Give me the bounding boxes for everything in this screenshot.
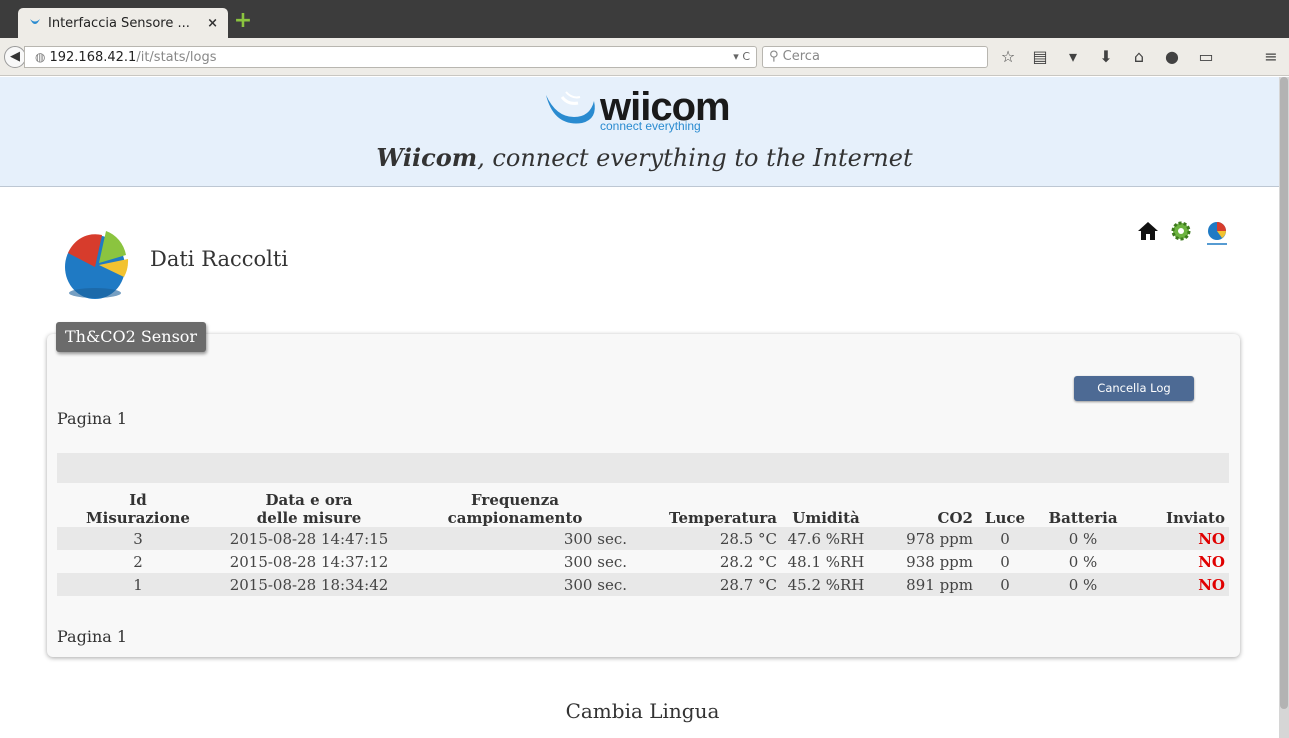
cell-humidity: 45.2 %RH — [787, 575, 865, 594]
pagination-top[interactable]: Pagina 1 — [57, 409, 127, 428]
home-toolbar-icon[interactable]: ⌂ — [1129, 47, 1149, 67]
language-flags — [614, 731, 674, 738]
cell-sent: NO — [1198, 575, 1225, 594]
wiicom-logo[interactable]: wiicom connect everything — [542, 85, 752, 135]
cell-id: 2 — [133, 552, 143, 571]
header-date-line2: delle misure — [256, 509, 362, 527]
header-temperature: Temperatura — [669, 509, 777, 527]
flag-uk-icon[interactable] — [640, 731, 662, 737]
flag-italy-icon[interactable] — [614, 731, 636, 737]
header-battery: Batteria — [1048, 509, 1118, 527]
cell-battery: 0 % — [1068, 552, 1098, 571]
globe-icon: ◍ — [35, 50, 46, 64]
bookmarks-list-icon[interactable]: ▤ — [1030, 47, 1050, 67]
logo-tagline: connect everything — [600, 119, 701, 133]
cell-light: 0 — [1000, 575, 1010, 594]
cell-frequency: 300 sec. — [563, 529, 627, 548]
cell-humidity: 48.1 %RH — [787, 552, 865, 571]
header-freq-line1: Frequenza — [471, 491, 559, 509]
clear-log-button[interactable]: Cancella Log — [1074, 376, 1194, 401]
back-icon[interactable]: ◀ — [4, 46, 26, 68]
cell-datetime: 2015-08-28 18:34:42 — [229, 575, 389, 594]
wiicom-swoosh-icon — [546, 91, 595, 124]
cell-co2: 938 ppm — [906, 552, 973, 571]
header-light: Luce — [984, 509, 1026, 527]
wiicom-favicon-icon — [28, 16, 42, 30]
tagline-text: , connect everything to the Internet — [477, 144, 913, 172]
cell-id: 3 — [133, 529, 143, 548]
tab-close-icon[interactable]: × — [207, 16, 218, 31]
reload-icon[interactable]: ▾ C — [733, 47, 750, 67]
header-id: Id Misurazione — [57, 481, 219, 527]
header-co2: CO2 — [937, 509, 973, 527]
cell-datetime: 2015-08-28 14:47:15 — [229, 529, 389, 548]
header-id-line1: Id — [129, 491, 147, 509]
cell-sent: NO — [1198, 529, 1225, 548]
settings-gear-icon[interactable] — [1169, 219, 1193, 243]
pagination-bottom[interactable]: Pagina 1 — [57, 627, 127, 646]
cell-co2: 891 ppm — [906, 575, 973, 594]
page-nav-icons — [1136, 219, 1236, 245]
browser-tab-bar: Interfaccia Sensore ... × + — [0, 0, 1289, 38]
url-path: /it/stats/logs — [136, 50, 217, 65]
cell-light: 0 — [1000, 529, 1010, 548]
cell-id: 1 — [133, 575, 143, 594]
cell-datetime: 2015-08-28 14:37:12 — [229, 552, 389, 571]
cell-co2: 978 ppm — [906, 529, 973, 548]
tab-title: Interfaccia Sensore ... — [48, 15, 190, 31]
addon-icon[interactable]: ▭ — [1196, 47, 1216, 67]
download-icon[interactable]: ⬇ — [1096, 47, 1116, 67]
new-tab-icon[interactable]: + — [233, 10, 253, 32]
table-header-band — [57, 453, 1229, 483]
cell-battery: 0 % — [1068, 575, 1098, 594]
stats-pie-large-icon — [62, 223, 132, 301]
cell-frequency: 300 sec. — [563, 552, 627, 571]
header-sent: Inviato — [1166, 509, 1225, 527]
cell-light: 0 — [1000, 552, 1010, 571]
table-header-row: Id Misurazione Data e ora delle misure Fre… — [57, 481, 1229, 527]
browser-nav-bar: ◀ ◍ 192.168.42.1/it/stats/logs ▾ C ⚲ Cerc… — [0, 38, 1289, 76]
cell-temperature: 28.5 °C — [719, 529, 777, 548]
change-language-label: Cambia Lingua — [565, 699, 720, 723]
measurements-table: Id Misurazione Data e ora delle misure Fre… — [57, 481, 1229, 596]
page-viewport: wiicom connect everything Wiicom, connec… — [0, 77, 1279, 738]
stats-pie-icon[interactable] — [1205, 219, 1229, 245]
cell-battery: 0 % — [1068, 529, 1098, 548]
search-placeholder: Cerca — [782, 49, 820, 64]
menu-icon[interactable]: ≡ — [1261, 47, 1281, 67]
table-row: 1 2015-08-28 18:34:42 300 sec. 28.7 °C 4… — [57, 573, 1229, 596]
home-icon[interactable] — [1136, 219, 1160, 243]
page-title: Dati Raccolti — [150, 247, 289, 271]
search-icon: ⚲ — [769, 49, 783, 64]
header-frequency: Frequenza campionamento — [399, 481, 631, 527]
site-tagline: Wiicom, connect everything to the Intern… — [0, 143, 1279, 172]
cell-temperature: 28.2 °C — [719, 552, 777, 571]
url-host: 192.168.42.1 — [49, 50, 137, 65]
bookmark-star-icon[interactable]: ☆ — [998, 47, 1018, 67]
cell-humidity: 47.6 %RH — [787, 529, 865, 548]
sensor-tab[interactable]: Th&CO2 Sensor — [56, 322, 207, 352]
cell-temperature: 28.7 °C — [719, 575, 777, 594]
scrollbar-thumb[interactable] — [1280, 77, 1288, 709]
table-row: 2 2015-08-28 14:37:12 300 sec. 28.2 °C 4… — [57, 550, 1229, 573]
cell-frequency: 300 sec. — [563, 575, 627, 594]
header-id-line2: Misurazione — [86, 509, 190, 527]
header-date-line1: Data e ora — [265, 491, 353, 509]
pocket-icon[interactable]: ▾ — [1063, 47, 1083, 67]
chat-icon[interactable]: ● — [1162, 47, 1182, 67]
cell-sent: NO — [1198, 552, 1225, 571]
table-row: 3 2015-08-28 14:47:15 300 sec. 28.5 °C 4… — [57, 527, 1229, 550]
tagline-brand: Wiicom — [376, 143, 478, 172]
browser-tab[interactable]: Interfaccia Sensore ... × — [18, 8, 228, 38]
search-input[interactable]: ⚲ Cerca — [762, 46, 988, 68]
header-humidity: Umidità — [792, 509, 860, 527]
header-datetime: Data e ora delle misure — [219, 481, 399, 527]
page-scrollbar[interactable] — [1279, 77, 1289, 738]
header-freq-line2: campionamento — [447, 509, 583, 527]
url-bar[interactable]: ◍ 192.168.42.1/it/stats/logs ▾ C — [24, 46, 757, 68]
site-header: wiicom connect everything Wiicom, connec… — [0, 77, 1279, 187]
